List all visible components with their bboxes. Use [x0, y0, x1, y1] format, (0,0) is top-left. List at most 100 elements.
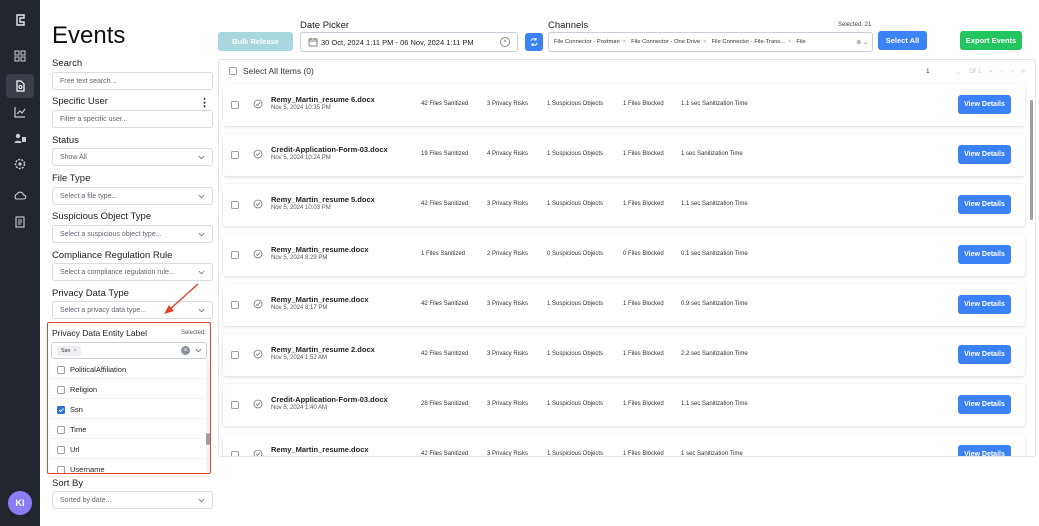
status-select[interactable]: Show All [52, 148, 213, 166]
row-checkbox[interactable] [231, 151, 239, 159]
list-scrollbar[interactable] [1030, 100, 1033, 220]
file-icon[interactable] [6, 74, 34, 98]
view-details-button[interactable]: View Details [958, 145, 1011, 164]
next-page-icon[interactable]: › [1011, 68, 1013, 76]
file-name[interactable]: Remy_Martin_resume 6.docx [271, 95, 375, 104]
row-checkbox[interactable] [231, 101, 239, 109]
option-checkbox[interactable] [57, 385, 65, 394]
entity-option[interactable]: PoliticalAffiliation [51, 361, 203, 379]
entity-option[interactable]: Time [51, 421, 203, 439]
entity-selected-label: Selected: [180, 330, 206, 336]
grid-icon[interactable] [12, 48, 28, 64]
chip-remove-icon[interactable]: × [73, 348, 76, 354]
option-checkbox[interactable] [57, 405, 65, 414]
clear-icon[interactable]: × [181, 346, 190, 355]
select-all-checkbox[interactable] [229, 67, 237, 75]
chevron-down-icon[interactable] [195, 347, 202, 354]
entity-option[interactable]: Url [51, 441, 203, 459]
option-checkbox[interactable] [57, 365, 65, 374]
channel-chip[interactable]: File Connector - File-Trans... × [711, 39, 791, 45]
prev-page-icon[interactable]: ‹ [1001, 68, 1003, 76]
logo-icon[interactable] [12, 12, 28, 28]
settings-icon[interactable] [12, 156, 28, 172]
file-type-select[interactable]: Select a file type... [52, 187, 213, 205]
row-checkbox[interactable] [231, 201, 239, 209]
suspicious-object-type-select[interactable]: Select a suspicious object type... [52, 225, 213, 243]
last-page-icon[interactable]: » [1021, 68, 1025, 76]
event-row[interactable]: Remy_Martin_resume.docx Nov 5, 2024 8:29 … [223, 234, 1025, 276]
event-row[interactable]: Remy_Martin_resume 6.docx Nov 5, 2024 10:… [223, 84, 1025, 126]
entity-option[interactable]: Ssn [51, 401, 203, 419]
file-name[interactable]: Credit-Application-Form-03.docx [271, 145, 388, 154]
bulk-release-button[interactable]: Bulk Release [218, 32, 293, 51]
page-current[interactable]: 1 [926, 68, 930, 76]
row-checkbox[interactable] [231, 351, 239, 359]
event-row[interactable]: Remy_Martin_resume.docx Nov 5, 2024 8:17 … [223, 284, 1025, 326]
view-details-button[interactable]: View Details [958, 445, 1011, 456]
metric-time: 2.2 sec Sanitization Time [681, 351, 748, 357]
search-input[interactable]: Free text search... [52, 72, 213, 90]
selected-chip[interactable]: Ssn × [57, 346, 81, 356]
file-name[interactable]: Credit-Application-Form-03.docx [271, 395, 388, 404]
channel-chip-label: File Connector - File-Trans... [711, 39, 786, 45]
chip-remove-icon[interactable]: × [788, 39, 791, 45]
event-row[interactable]: Remy_Martin_resume 2.docx Nov 5, 2024 1:5… [223, 334, 1025, 376]
page-dropdown-icon[interactable]: ⌄ [956, 68, 961, 76]
sort-by-select[interactable]: Sorted by date... [52, 491, 213, 509]
view-details-button[interactable]: View Details [958, 395, 1011, 414]
file-name[interactable]: Remy_Martin_resume 2.docx [271, 345, 375, 354]
select-all-items[interactable]: Select All Items (0) [229, 66, 314, 76]
users-icon[interactable] [12, 130, 28, 146]
document-icon[interactable] [12, 214, 28, 230]
entity-option[interactable]: Username [51, 461, 203, 473]
view-details-button[interactable]: View Details [958, 245, 1011, 264]
chip-remove-icon[interactable]: × [623, 39, 626, 45]
more-options-icon[interactable]: ⋮ [199, 98, 210, 109]
file-name[interactable]: Remy_Martin_resume.docx [271, 245, 369, 254]
entity-option[interactable]: Religion [51, 381, 203, 399]
event-row[interactable]: Credit-Application-Form-03.docx Nov 5, 20… [223, 134, 1025, 176]
row-checkbox[interactable] [231, 301, 239, 309]
select-all-button[interactable]: Select All [878, 31, 927, 50]
compliance-regulation-rule-select[interactable]: Select a compliance regulation rule... [52, 263, 213, 281]
date-range-input[interactable]: 30 Oct, 2024 1:11 PM - 06 Nov, 2024 1:11… [300, 32, 518, 52]
option-checkbox[interactable] [57, 465, 65, 473]
option-checkbox[interactable] [57, 425, 65, 434]
view-details-button[interactable]: View Details [958, 345, 1011, 364]
avatar[interactable]: KI [8, 491, 32, 515]
channels-controls-icon[interactable]: ⊗ ⌄ [853, 39, 868, 46]
page-title: Events [52, 22, 126, 49]
view-details-button[interactable]: View Details [958, 295, 1011, 314]
channel-chip[interactable]: File Connector - Postman × [554, 39, 626, 45]
row-checkbox[interactable] [231, 401, 239, 409]
file-name[interactable]: Remy_Martin_resume.docx [271, 445, 369, 454]
channel-chip[interactable]: File [796, 39, 805, 45]
metric-blocked: 1 Files Blocked [623, 301, 664, 307]
scroll-thumb[interactable] [206, 433, 210, 445]
chevron-down-icon [198, 155, 205, 160]
specific-user-input[interactable]: Filter a specific user... [52, 110, 213, 128]
chip-remove-icon[interactable]: × [703, 39, 706, 45]
entity-multiselect[interactable]: Ssn × × [51, 342, 207, 359]
suspicious-object-type-label: Suspicious Object Type [52, 211, 152, 222]
first-page-icon[interactable]: « [989, 68, 993, 76]
refresh-button[interactable] [525, 33, 543, 51]
channels-multiselect[interactable]: File Connector - Postman × File Connector … [548, 32, 873, 52]
event-row[interactable]: Remy_Martin_resume.docx 42 Files Sanitize… [223, 434, 1025, 456]
event-row[interactable]: Remy_Martin_resume 5.docx Nov 5, 2024 10:… [223, 184, 1025, 226]
entity-scrollbar[interactable] [206, 361, 210, 473]
file-name[interactable]: Remy_Martin_resume 5.docx [271, 195, 375, 204]
row-checkbox[interactable] [231, 451, 239, 456]
cloud-icon[interactable] [12, 188, 28, 204]
view-details-button[interactable]: View Details [958, 195, 1011, 214]
option-checkbox[interactable] [57, 445, 65, 454]
search-label: Search [52, 58, 83, 69]
row-checkbox[interactable] [231, 251, 239, 259]
file-name[interactable]: Remy_Martin_resume.docx [271, 295, 369, 304]
event-row[interactable]: Credit-Application-Form-03.docx Nov 5, 20… [223, 384, 1025, 426]
export-events-button[interactable]: Export Events [960, 31, 1022, 50]
chart-icon[interactable] [12, 104, 28, 120]
view-details-button[interactable]: View Details [958, 95, 1011, 114]
clear-date-icon[interactable]: × [500, 37, 510, 47]
channel-chip[interactable]: File Connector - One Drive × [631, 39, 706, 45]
